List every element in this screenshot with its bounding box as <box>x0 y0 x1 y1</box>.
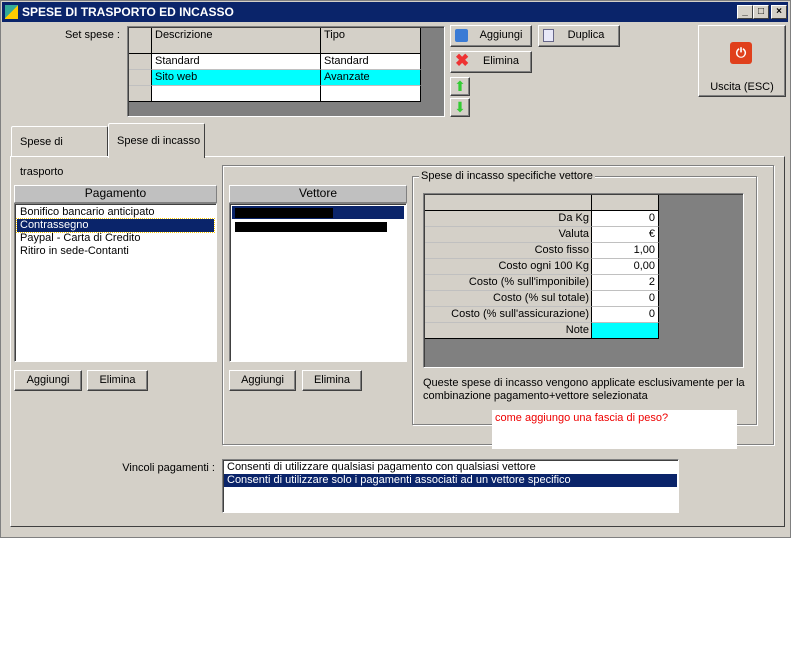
vettore-elimina-button[interactable]: Elimina <box>302 370 362 391</box>
set-spese-label: Set spese : <box>64 29 120 41</box>
title-bar: SPESE DI TRASPORTO ED INCASSO <box>2 2 788 22</box>
table-cell[interactable]: Sito web <box>152 70 321 86</box>
power-icon: ⏻ <box>730 42 752 64</box>
duplica-button[interactable]: Duplica <box>538 25 620 47</box>
row-selector[interactable] <box>129 54 152 70</box>
row-selector[interactable] <box>129 86 152 102</box>
aggiungi-set-button[interactable]: Aggiungi <box>450 25 532 47</box>
spec-row-value[interactable]: 1,00 <box>592 243 659 259</box>
spec-row-label: Note <box>425 323 592 339</box>
vettore-header: Vettore <box>229 185 407 203</box>
spec-row-label: Costo ogni 100 Kg <box>425 259 592 275</box>
spec-row-value[interactable]: 0,00 <box>592 259 659 275</box>
spec-row-value[interactable]: 0 <box>592 211 659 227</box>
table-cell[interactable]: Standard <box>152 54 321 70</box>
minimize-button[interactable]: _ <box>737 5 753 19</box>
col-header-tipo[interactable]: Tipo <box>321 28 421 54</box>
specifiche-note: Queste spese di incasso vengono applicat… <box>423 377 745 402</box>
spec-row-value[interactable]: 2 <box>592 275 659 291</box>
button-label: Elimina <box>482 55 520 67</box>
spec-row-label: Costo fisso <box>425 243 592 259</box>
move-down-button[interactable]: ⬇ <box>450 98 470 117</box>
pagamento-aggiungi-button[interactable]: Aggiungi <box>14 370 82 391</box>
window-title: SPESE DI TRASPORTO ED INCASSO <box>22 5 234 19</box>
spec-row-value[interactable]: 0 <box>592 307 659 323</box>
vincoli-list[interactable]: Consenti di utilizzare qualsiasi pagamen… <box>222 459 679 513</box>
spec-row-label: Costo (% sull'imponibile) <box>425 275 592 291</box>
spec-row-value[interactable]: € <box>592 227 659 243</box>
vettore-list[interactable] <box>229 203 407 362</box>
move-up-button[interactable]: ⬆ <box>450 77 470 96</box>
spec-row-value[interactable]: 0 <box>592 291 659 307</box>
maximize-button[interactable]: □ <box>753 5 769 19</box>
uscita-button[interactable]: ⏻ Uscita (ESC) <box>698 25 786 97</box>
elimina-set-button[interactable]: ✖ Elimina <box>450 51 532 73</box>
app-icon <box>5 5 18 19</box>
specifiche-title: Spese di incasso specifiche vettore <box>419 170 595 182</box>
table-cell[interactable]: Avanzate <box>321 70 421 86</box>
spec-row-label: Costo (% sull'assicurazione) <box>425 307 592 323</box>
close-button[interactable]: × <box>771 5 787 19</box>
vincoli-option[interactable]: Consenti di utilizzare qualsiasi pagamen… <box>224 461 677 474</box>
row-selector[interactable] <box>129 70 152 86</box>
tab-spese-incasso[interactable]: Spese di incasso <box>108 123 205 158</box>
arrow-up-icon: ⬆ <box>454 78 466 94</box>
list-item-selected[interactable]: Contrassegno <box>16 218 215 233</box>
vincoli-label: Vincoli pagamenti : <box>122 462 215 474</box>
list-item[interactable]: Ritiro in sede-Contanti <box>17 245 214 258</box>
pagamento-header: Pagamento <box>14 185 217 203</box>
list-item[interactable]: Paypal - Carta di Credito <box>17 232 214 245</box>
vincoli-option-selected[interactable]: Consenti di utilizzare solo i pagamenti … <box>224 474 677 487</box>
arrow-down-icon: ⬇ <box>454 99 466 115</box>
add-database-icon <box>455 29 468 42</box>
table-cell[interactable]: Standard <box>321 54 421 70</box>
button-label: Uscita (ESC) <box>710 81 774 93</box>
vettore-aggiungi-button[interactable]: Aggiungi <box>229 370 296 391</box>
tab-spese-trasporto[interactable]: Spese di trasporto <box>11 126 108 178</box>
spec-row-label: Valuta <box>425 227 592 243</box>
list-item-selected-redacted[interactable] <box>232 206 404 219</box>
copy-icon <box>543 29 554 42</box>
pagamento-list[interactable]: Bonifico bancario anticipato Contrassegn… <box>14 203 217 362</box>
delete-x-icon: ✖ <box>455 51 470 70</box>
pagamento-elimina-button[interactable]: Elimina <box>87 370 148 391</box>
button-label: Duplica <box>567 29 605 41</box>
set-spese-grid: Descrizione Tipo Standard Standard Sito … <box>127 26 445 117</box>
list-item[interactable]: Bonifico bancario anticipato <box>17 206 214 219</box>
list-item-redacted[interactable] <box>232 219 404 233</box>
spec-row-value[interactable] <box>592 323 659 339</box>
table-cell-empty[interactable] <box>321 86 421 102</box>
table-cell-empty[interactable] <box>152 86 321 102</box>
specifiche-grid: Da Kg 0 Valuta € Costo fisso 1,00 Costo ogni 1… <box>423 193 744 368</box>
spec-row-label: Costo (% sul totale) <box>425 291 592 307</box>
col-header-descrizione[interactable]: Descrizione <box>152 28 321 54</box>
button-label: Aggiungi <box>479 29 523 41</box>
annotation-note: come aggiungo una fascia di peso? <box>492 410 737 449</box>
spec-row-label: Da Kg <box>425 211 592 227</box>
